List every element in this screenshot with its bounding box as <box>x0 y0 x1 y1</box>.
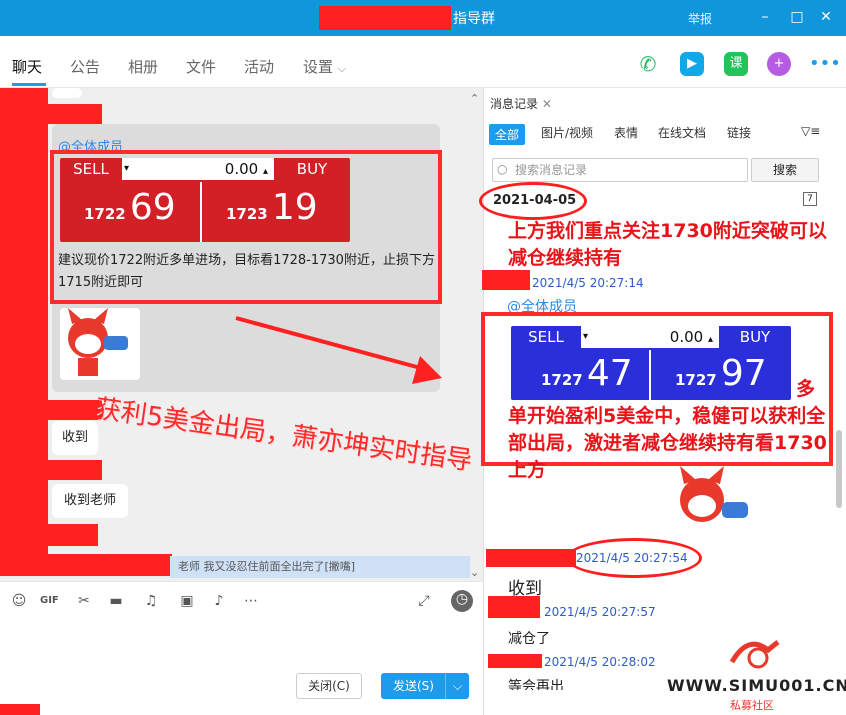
reply-bubble: 收到老师 <box>52 484 128 518</box>
watermark-logo <box>729 640 780 669</box>
course-icon[interactable]: 课 <box>724 52 748 76</box>
tab-settings[interactable]: 设置 ⌵ <box>303 56 346 77</box>
tab-announcement[interactable]: 公告 <box>70 56 100 77</box>
close-window-button[interactable]: ✕ <box>816 7 836 27</box>
redacted-name <box>48 104 102 124</box>
redacted-name <box>48 524 98 546</box>
lot-field[interactable]: ▾ 0.00 ▴ <box>122 158 274 180</box>
buy-price-big: 19 <box>271 187 318 228</box>
folder-icon[interactable]: ▬ <box>107 592 125 610</box>
filter-icon[interactable]: ▽≡ <box>801 124 820 138</box>
video-icon[interactable]: ▶ <box>680 52 704 76</box>
scroll-bottom-icon[interactable]: ⌄ <box>470 566 479 579</box>
message-text: 建议现价1722附近多单进场，目标看1728-1730附近，止损下方1715附近… <box>58 253 435 290</box>
reply-bubble: 收到 <box>52 421 98 455</box>
fox-sticker[interactable] <box>60 308 140 380</box>
filter-docs[interactable]: 在线文档 <box>658 124 706 141</box>
image-icon[interactable]: ▣ <box>178 592 196 610</box>
redacted-name <box>0 554 172 576</box>
sell-label[interactable]: SELL <box>511 326 581 348</box>
close-tab-icon[interactable]: ✕ <box>542 97 552 111</box>
redacted-name <box>48 460 102 480</box>
redacted-avatars <box>0 88 48 558</box>
lot-value: 0.00 <box>669 328 704 346</box>
scissors-icon[interactable]: ✂ <box>75 592 93 610</box>
redacted-name <box>488 654 542 668</box>
sell-label[interactable]: SELL <box>60 158 122 180</box>
redacted-group-name <box>319 6 451 30</box>
maximize-button[interactable]: □ <box>787 7 807 27</box>
collapse-icon[interactable]: ⌃ <box>470 92 479 105</box>
tab-activity[interactable]: 活动 <box>244 56 274 77</box>
filter-emoji[interactable]: 表情 <box>614 124 638 141</box>
lot-field[interactable]: ▾ 0.00 ▴ <box>581 326 719 348</box>
title-bar: 指导群 举报 – □ ✕ <box>0 0 846 36</box>
timestamp-circle <box>566 538 702 578</box>
tab-files[interactable]: 文件 <box>186 56 216 77</box>
filter-media[interactable]: 图片/视频 <box>541 124 593 141</box>
redacted-name <box>482 270 530 290</box>
timestamp: 2021/4/5 20:27:14 <box>532 276 644 290</box>
trade-ticket: SELL ▾ 0.00 ▴ BUY 1722 69 1723 19 <box>60 158 350 242</box>
tab-album[interactable]: 相册 <box>128 56 158 77</box>
active-tab-indicator <box>12 83 46 86</box>
previous-bubble <box>52 88 82 98</box>
search-icon: ○ <box>497 162 508 176</box>
filter-links[interactable]: 链接 <box>727 124 751 141</box>
redacted-bottom <box>0 704 40 715</box>
send-label: 发送(S) <box>393 679 434 693</box>
sell-price-big: 69 <box>129 187 176 228</box>
history-clock-icon[interactable]: ◷ <box>451 590 473 612</box>
history-tab-label: 消息记录 <box>490 97 539 111</box>
history-message: 多单开始盈利5美金中，稳健可以获利全部出局，激进者减仓继续持有看1730上方 <box>508 378 827 481</box>
filter-all[interactable]: 全部 <box>489 124 526 145</box>
ticket-divider <box>200 182 202 242</box>
pointer-arrow <box>235 316 442 384</box>
window-title: 指导群 <box>453 11 495 27</box>
more-icon[interactable]: ⋯ <box>242 592 260 610</box>
history-reply: 减仓了 <box>508 631 550 647</box>
gif-icon[interactable]: GIF <box>40 592 59 610</box>
history-search-input[interactable]: 搜索消息记录 <box>492 158 748 182</box>
chevron-down-icon: ⌵ <box>337 62 347 75</box>
send-button[interactable]: 发送(S) ⌵ <box>381 673 469 699</box>
history-scrollbar[interactable] <box>836 430 842 508</box>
timestamp: 2021/4/5 20:27:57 <box>544 605 656 619</box>
date-circle <box>479 182 587 220</box>
close-button[interactable]: 关闭(C) <box>296 673 362 699</box>
send-options-icon[interactable]: ⌵ <box>445 673 469 699</box>
buy-price-small: 1723 <box>226 205 268 223</box>
buy-label[interactable]: BUY <box>719 326 791 348</box>
redacted-name <box>486 549 576 567</box>
timestamp: 2021/4/5 20:28:02 <box>544 655 656 669</box>
sell-price: 1722 69 <box>84 188 176 228</box>
bell-icon[interactable]: ♪ <box>210 592 228 610</box>
sell-price-small: 1722 <box>84 205 126 223</box>
buy-label[interactable]: BUY <box>274 158 350 180</box>
tab-chat[interactable]: 聊天 <box>12 56 42 77</box>
phone-icon[interactable]: ✆ <box>636 52 660 76</box>
watermark-url: WWW.SIMU001.CN <box>667 676 846 695</box>
emoji-icon[interactable]: ☺ <box>10 592 28 610</box>
add-app-icon[interactable]: + <box>767 52 791 76</box>
history-search-button[interactable]: 搜索 <box>751 158 819 182</box>
buy-price: 1723 19 <box>226 188 318 228</box>
fox-sticker[interactable] <box>672 466 754 542</box>
calendar-icon[interactable]: 7 <box>803 192 817 206</box>
expand-icon[interactable]: ⤢ <box>415 592 433 610</box>
more-icon[interactable]: ••• <box>809 52 841 76</box>
history-message: 上方我们重点关注1730附近突破可以减仓继续持有 <box>508 220 827 269</box>
lot-value: 0.00 <box>224 160 259 178</box>
tab-settings-label: 设置 <box>303 58 334 76</box>
history-tab[interactable]: 消息记录 ✕ <box>490 95 552 112</box>
minimize-button[interactable]: – <box>755 7 775 27</box>
new-message-notice[interactable]: 老师 我又没忍住前面全出完了[撇嘴] <box>170 556 470 578</box>
tab-bar <box>0 36 846 88</box>
redacted-name <box>488 596 540 618</box>
music-icon[interactable]: ♫ <box>142 592 160 610</box>
report-link[interactable]: 举报 <box>688 10 712 27</box>
history-reply: 等会再出 <box>508 679 564 690</box>
watermark-label: 私募社区 <box>730 699 774 712</box>
